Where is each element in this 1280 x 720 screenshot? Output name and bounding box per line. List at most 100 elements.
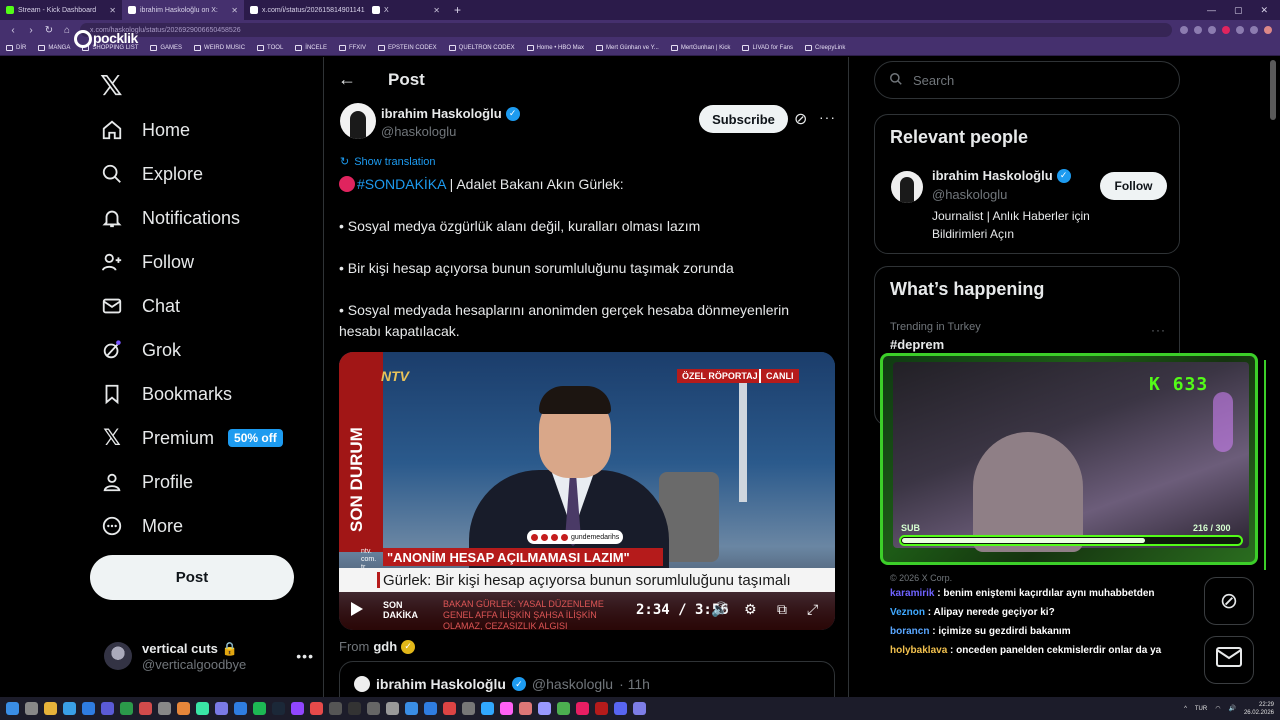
nav-grok[interactable]: Grok: [100, 338, 181, 362]
more-dots-icon[interactable]: •••: [296, 648, 314, 664]
grok-icon[interactable]: ⊘: [794, 109, 807, 129]
taskbar-app-icon[interactable]: [291, 702, 304, 715]
taskbar-app-icon[interactable]: [234, 702, 247, 715]
taskbar-app-icon[interactable]: [367, 702, 380, 715]
nav-profile[interactable]: Profile: [100, 470, 193, 494]
wifi-icon[interactable]: ◠: [1215, 705, 1220, 712]
bookmark-item[interactable]: MertGunhan | Kick: [670, 44, 730, 51]
taskbar-app-icon[interactable]: [44, 702, 57, 715]
tab-close-icon[interactable]: ✕: [433, 6, 440, 15]
volume-icon[interactable]: 🔊: [711, 601, 728, 618]
taskbar-app-icon[interactable]: [139, 702, 152, 715]
person-name[interactable]: ibrahim Haskoloğlu ✓: [932, 168, 1071, 183]
nav-more[interactable]: More: [100, 514, 183, 538]
taskbar-app-icon[interactable]: [500, 702, 513, 715]
taskbar-app-icon[interactable]: [310, 702, 323, 715]
search-input[interactable]: Search: [874, 61, 1180, 99]
video-player[interactable]: SON DURUM NTV ÖZEL RÖPORTAJ CANLI gundem…: [339, 352, 835, 630]
person-handle[interactable]: @haskologlu: [932, 187, 1007, 202]
follow-button[interactable]: Follow: [1100, 172, 1167, 200]
settings-gear-icon[interactable]: ⚙: [744, 601, 757, 618]
bookmark-item[interactable]: LIVAD for Fans: [742, 44, 793, 51]
bookmark-item[interactable]: GAMES: [150, 44, 182, 51]
nav-home[interactable]: Home: [100, 118, 190, 142]
language-indicator[interactable]: TUR: [1195, 706, 1207, 712]
taskbar-app-icon[interactable]: [481, 702, 494, 715]
taskbar-app-icon[interactable]: [557, 702, 570, 715]
taskbar-app-icon[interactable]: [462, 702, 475, 715]
play-icon[interactable]: [351, 602, 363, 616]
bookmark-item[interactable]: Mert Günhan ve Y...: [596, 44, 659, 51]
taskbar-app-icon[interactable]: [405, 702, 418, 715]
maximize-icon[interactable]: ▢: [1234, 5, 1243, 16]
bookmark-item[interactable]: DİR: [6, 44, 26, 51]
more-dots-icon[interactable]: ···: [819, 109, 836, 125]
bookmark-item[interactable]: FFXIV: [338, 44, 366, 51]
reload-icon[interactable]: ↻: [44, 25, 54, 36]
taskbar-app-icon[interactable]: [538, 702, 551, 715]
browser-tab-post[interactable]: ibrahim Haskoloğlu on X: ✕: [122, 0, 244, 20]
url-field[interactable]: x.com/haskologlu/status/2026929006650458…: [80, 23, 1172, 37]
browser-tab-kick[interactable]: Stream - Kick Dashboard ✕: [0, 0, 122, 20]
taskbar-app-icon[interactable]: [329, 702, 342, 715]
taskbar-app-icon[interactable]: [82, 702, 95, 715]
extension-icon[interactable]: [1194, 26, 1202, 34]
back-icon[interactable]: ‹: [8, 25, 18, 36]
taskbar-app-icon[interactable]: [215, 702, 228, 715]
more-dots-icon[interactable]: ···: [1151, 323, 1166, 337]
bookmark-item[interactable]: WEIRD MUSIC: [194, 44, 245, 51]
taskbar-app-icon[interactable]: [101, 702, 114, 715]
bookmark-item[interactable]: CreepyLink: [805, 44, 845, 51]
source-name[interactable]: gdh: [373, 639, 397, 654]
taskbar-app-icon[interactable]: [177, 702, 190, 715]
taskbar-app-icon[interactable]: [443, 702, 456, 715]
extension-icon[interactable]: [1222, 26, 1230, 34]
tab-close-icon[interactable]: ✕: [109, 6, 116, 15]
forward-icon[interactable]: ›: [26, 25, 36, 36]
profile-avatar-icon[interactable]: [1264, 26, 1272, 34]
nav-bookmarks[interactable]: Bookmarks: [100, 382, 232, 406]
avatar[interactable]: [891, 171, 923, 203]
extension-icon[interactable]: [1180, 26, 1188, 34]
author-avatar[interactable]: [340, 103, 376, 139]
taskbar-app-icon[interactable]: [158, 702, 171, 715]
nav-explore[interactable]: Explore: [100, 162, 203, 186]
nav-follow[interactable]: Follow: [100, 250, 194, 274]
extension-icon[interactable]: [1208, 26, 1216, 34]
browser-tab-status[interactable]: x.com/i/status/202615814901141✕: [244, 0, 366, 20]
account-switcher[interactable]: vertical cuts 🔒 @verticalgoodbye •••: [104, 631, 314, 681]
nav-notifications[interactable]: Notifications: [100, 206, 240, 230]
taskbar-app-icon[interactable]: [272, 702, 285, 715]
subscribe-button[interactable]: Subscribe: [699, 105, 788, 133]
taskbar-app-icon[interactable]: [614, 702, 627, 715]
taskbar-app-icon[interactable]: [519, 702, 532, 715]
bookmark-item[interactable]: Home • HBO Max: [526, 44, 584, 51]
pip-icon[interactable]: ⧉: [777, 601, 787, 618]
browser-tab-x[interactable]: X ✕: [366, 0, 446, 20]
taskbar-app-icon[interactable]: [424, 702, 437, 715]
taskbar-app-icon[interactable]: [120, 702, 133, 715]
bookmark-item[interactable]: İNCELE: [295, 44, 327, 51]
fullscreen-icon[interactable]: ⤢: [807, 601, 818, 618]
taskbar-app-icon[interactable]: [386, 702, 399, 715]
taskbar-app-icon[interactable]: [595, 702, 608, 715]
taskbar-app-icon[interactable]: [253, 702, 266, 715]
messages-floating-button[interactable]: [1204, 636, 1254, 684]
trend-hashtag[interactable]: #deprem: [890, 337, 944, 352]
nav-chat[interactable]: Chat: [100, 294, 180, 318]
bookmark-item[interactable]: TOOL: [257, 44, 283, 51]
bookmark-item[interactable]: QUELTRON CODEX: [448, 44, 515, 51]
bookmark-item[interactable]: EPSTEIN CODEX: [377, 44, 437, 51]
bookmark-item[interactable]: MANGA: [38, 44, 70, 51]
taskbar-app-icon[interactable]: [633, 702, 646, 715]
new-tab-button[interactable]: +: [446, 3, 469, 17]
close-window-icon[interactable]: ✕: [1260, 5, 1268, 16]
volume-tray-icon[interactable]: 🔊: [1228, 705, 1235, 712]
author-name[interactable]: ibrahim Haskoloğlu ✓: [381, 106, 520, 121]
home-browser-icon[interactable]: ⌂: [62, 25, 72, 36]
x-logo-icon[interactable]: 𝕏: [100, 69, 123, 102]
taskbar-app-icon[interactable]: [576, 702, 589, 715]
nav-premium[interactable]: 𝕏 Premium 50% off: [100, 425, 283, 450]
tab-close-icon[interactable]: ✕: [231, 6, 238, 15]
author-handle[interactable]: @haskologlu: [381, 124, 456, 139]
